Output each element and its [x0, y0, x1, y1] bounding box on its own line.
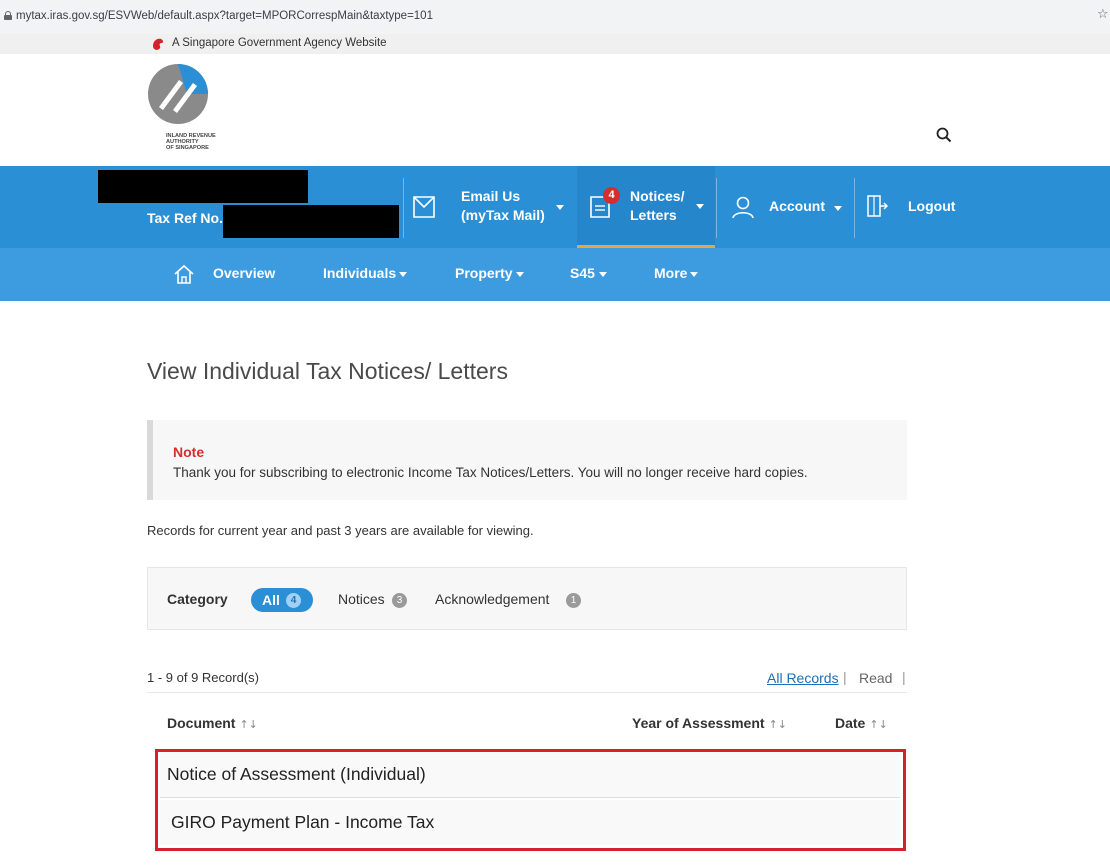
bookmark-star-icon[interactable]: ☆ [1097, 7, 1109, 22]
notices-count-badge: 4 [603, 187, 620, 204]
note-box [147, 420, 907, 500]
records-info-text: Records for current year and past 3 year… [147, 523, 534, 538]
account-button[interactable]: Account [769, 198, 825, 214]
user-icon[interactable] [731, 195, 755, 219]
chevron-down-icon[interactable] [516, 272, 524, 277]
home-icon[interactable] [173, 263, 195, 285]
tax-ref-label: Tax Ref No. [147, 210, 223, 226]
logout-icon[interactable] [866, 194, 888, 218]
link-separator: | [902, 669, 906, 685]
notices-letters-label[interactable]: Notices/ Letters [630, 187, 684, 225]
category-label: Category [167, 591, 228, 607]
gov-banner-text: A Singapore Government Agency Website [172, 37, 387, 49]
redacted-tax-ref [223, 205, 399, 238]
chevron-down-icon[interactable] [690, 272, 698, 277]
sort-icon: ↑↓ [239, 718, 258, 731]
table-header [147, 692, 907, 750]
nav-divider [716, 178, 717, 238]
iras-logo[interactable] [147, 63, 217, 125]
page-title: View Individual Tax Notices/ Letters [147, 358, 508, 384]
chevron-down-icon[interactable] [399, 272, 407, 277]
filter-notices-count: 3 [392, 593, 407, 608]
chevron-down-icon[interactable] [696, 204, 704, 209]
search-icon[interactable] [936, 127, 952, 143]
nav-property[interactable]: Property [455, 265, 513, 281]
sort-icon: ↑↓ [869, 718, 888, 731]
column-year-of-assessment[interactable]: Year of Assessment ↑↓ [632, 715, 787, 731]
iras-logo-text: INLAND REVENUE AUTHORITY OF SINGAPORE [166, 133, 216, 151]
chevron-down-icon[interactable] [834, 206, 842, 211]
all-records-link[interactable]: All Records [767, 670, 839, 686]
browser-address-bar[interactable]: mytax.iras.gov.sg/ESVWeb/default.aspx?ta… [0, 0, 1110, 34]
column-date[interactable]: Date ↑↓ [835, 715, 888, 731]
highlight-annotation [155, 749, 906, 851]
nav-s45[interactable]: S45 [570, 265, 595, 281]
filter-all-count: 4 [286, 593, 301, 608]
filter-acknowledgement-count: 1 [566, 593, 581, 608]
filter-acknowledgement[interactable]: Acknowledgement [435, 591, 549, 607]
record-count: 1 - 9 of 9 Record(s) [147, 670, 259, 685]
filter-all-pill[interactable]: All 4 [251, 588, 313, 612]
chevron-down-icon[interactable] [599, 272, 607, 277]
nav-individuals[interactable]: Individuals [323, 265, 396, 281]
email-us-button[interactable]: Email Us (myTax Mail) [461, 187, 545, 225]
nav-divider [854, 178, 855, 238]
note-text: Thank you for subscribing to electronic … [173, 465, 808, 480]
gov-banner [0, 34, 1110, 54]
redacted-name [98, 170, 308, 203]
note-title: Note [173, 444, 205, 460]
nav-divider [403, 178, 404, 238]
link-separator: | [843, 669, 847, 685]
chevron-down-icon[interactable] [556, 205, 564, 210]
column-document[interactable]: Document ↑↓ [167, 715, 258, 731]
url-text[interactable]: mytax.iras.gov.sg/ESVWeb/default.aspx?ta… [16, 10, 433, 22]
logout-button[interactable]: Logout [908, 198, 955, 214]
email-icon[interactable] [411, 195, 437, 219]
nav-more[interactable]: More [654, 265, 687, 281]
nav-overview[interactable]: Overview [213, 265, 275, 281]
lock-icon [4, 11, 12, 20]
filter-notices[interactable]: Notices [338, 591, 385, 607]
sort-icon: ↑↓ [768, 718, 787, 731]
lion-head-icon [153, 38, 164, 50]
read-link[interactable]: Read [859, 670, 892, 686]
secondary-navigation-bar [0, 248, 1110, 301]
